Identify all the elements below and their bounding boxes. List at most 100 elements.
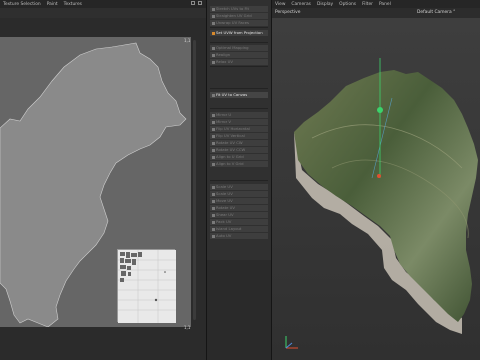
tool-button[interactable]: Scale UV <box>210 184 268 190</box>
maximize-icon[interactable] <box>191 1 195 5</box>
tool-icon <box>211 21 215 25</box>
uv-tools-panel: Stretch UVs to Fit Straighten UV Grid Unwr… <box>206 0 272 360</box>
tool-icon <box>211 14 215 18</box>
menu-filter[interactable]: Filter <box>362 2 373 7</box>
tool-label: Align to V Grid <box>216 161 244 166</box>
menu-paint[interactable]: Paint <box>47 2 58 7</box>
tool-separator <box>210 180 268 181</box>
tool-label: Pack UV <box>216 219 232 224</box>
tool-label: Fit UV to Canvas <box>216 92 248 97</box>
tool-icon <box>211 120 215 124</box>
tool-button[interactable]: Fit UV to Canvas <box>210 92 268 98</box>
tool-button[interactable]: Align to U Grid <box>210 154 268 160</box>
tool-icon <box>211 7 215 11</box>
tools-empty-area <box>207 260 271 360</box>
tool-button[interactable]: Flip UV Vertical <box>210 133 268 139</box>
tool-label: Rotate UV <box>216 205 236 210</box>
tool-label: Rotate UV CW <box>216 140 243 145</box>
texture-preview-image <box>118 250 176 323</box>
tool-button[interactable]: Pack UV <box>210 219 268 225</box>
viewport-panel: View Cameras Display Options Filter Pane… <box>272 0 480 360</box>
tool-button[interactable]: Flip UV Horizontal <box>210 126 268 132</box>
tool-label: Mirror V <box>216 119 231 124</box>
tool-label: Flip UV Horizontal <box>216 126 250 131</box>
tool-icon <box>211 206 215 210</box>
terrain-model <box>294 58 478 334</box>
uv-scrollbar[interactable] <box>193 40 196 320</box>
tool-label: Optimal Mapping <box>216 45 249 50</box>
tool-icon <box>211 113 215 117</box>
tool-button[interactable]: Set UVW from Projection <box>210 30 268 36</box>
tool-button[interactable]: Mirror U <box>210 112 268 118</box>
tool-button[interactable]: Rotate UV <box>210 205 268 211</box>
tool-icon <box>211 141 215 145</box>
tool-label: Stretch UVs to Fit <box>216 6 249 11</box>
tool-icon <box>211 220 215 224</box>
tool-label: Relax UV <box>216 59 234 64</box>
menu-panel[interactable]: Panel <box>379 2 391 7</box>
tool-button[interactable]: Scale UV <box>210 191 268 197</box>
tool-icon <box>211 213 215 217</box>
tool-label: Auto UV <box>216 233 232 238</box>
tool-button[interactable]: Unwrap UV Faces <box>210 20 268 26</box>
uv-editor-panel: Texture Selection Paint Textures 1,1 1,1 <box>0 0 206 360</box>
uv-header-icons <box>191 1 202 5</box>
tool-label: Realign <box>216 52 231 57</box>
tool-icon <box>211 93 215 97</box>
tool-separator <box>210 108 268 109</box>
tool-button[interactable]: Stretch UVs to Fit <box>210 6 268 12</box>
menu-textures[interactable]: Textures <box>64 2 82 7</box>
tool-button[interactable]: Relax UV <box>210 59 268 65</box>
tool-icon <box>211 127 215 131</box>
tool-icon <box>211 60 215 64</box>
gizmo-handle <box>377 107 383 113</box>
uv-corner-label-bottom: 1,1 <box>184 325 191 330</box>
tool-label: Set UVW from Projection <box>216 30 263 35</box>
tool-separator <box>210 27 268 28</box>
tool-icon <box>211 227 215 231</box>
tool-icon <box>211 46 215 50</box>
tool-icon <box>211 185 215 189</box>
viewport-menubar: View Cameras Display Options Filter Pane… <box>272 0 480 8</box>
tool-label: Scale UV <box>216 191 233 196</box>
tool-icon <box>211 148 215 152</box>
axis-gizmo-icon <box>285 336 298 349</box>
3d-viewport[interactable] <box>272 18 480 360</box>
tool-icon <box>211 199 215 203</box>
tool-separator <box>210 66 268 67</box>
tool-icon <box>211 53 215 57</box>
tool-button[interactable]: Rotate UV CW <box>210 140 268 146</box>
tool-icon <box>211 162 215 166</box>
tool-button[interactable]: Auto UV <box>210 233 268 239</box>
tool-label: Rotate UV CCW <box>216 147 246 152</box>
texture-preview[interactable] <box>117 249 176 323</box>
uv-toolbar <box>0 8 206 18</box>
tool-icon <box>211 31 215 35</box>
tool-button[interactable]: Align to V Grid <box>210 161 268 167</box>
tool-separator <box>210 42 268 43</box>
tool-button[interactable]: Optimal Mapping <box>210 45 268 51</box>
menu-cameras[interactable]: Cameras <box>291 2 311 7</box>
tool-label: Island Layout <box>216 226 242 231</box>
menu-display[interactable]: Display <box>317 2 333 7</box>
tool-label: Straighten UV Grid <box>216 13 252 18</box>
tool-button[interactable]: Rotate UV CCW <box>210 147 268 153</box>
tool-button[interactable]: Mirror V <box>210 119 268 125</box>
layout-icon[interactable] <box>198 1 202 5</box>
tool-label: Move UV <box>216 198 233 203</box>
menu-view[interactable]: View <box>275 2 285 7</box>
menu-options[interactable]: Options <box>339 2 356 7</box>
viewport-title: Perspective <box>275 10 301 15</box>
uv-menubar: Texture Selection Paint Textures <box>0 0 206 8</box>
tool-button[interactable]: Island Layout <box>210 226 268 232</box>
tool-icon <box>211 134 215 138</box>
tool-label: Flip UV Vertical <box>216 133 245 138</box>
tool-button[interactable]: Realign <box>210 52 268 58</box>
menu-texture-selection[interactable]: Texture Selection <box>3 2 41 7</box>
uv-corner-label-top: 1,1 <box>184 38 191 43</box>
tool-button[interactable]: Shear UV <box>210 212 268 218</box>
tool-label: Unwrap UV Faces <box>216 20 249 25</box>
tool-button[interactable]: Straighten UV Grid <box>210 13 268 19</box>
camera-label[interactable]: Default Camera ° <box>417 10 455 15</box>
tool-button[interactable]: Move UV <box>210 198 268 204</box>
